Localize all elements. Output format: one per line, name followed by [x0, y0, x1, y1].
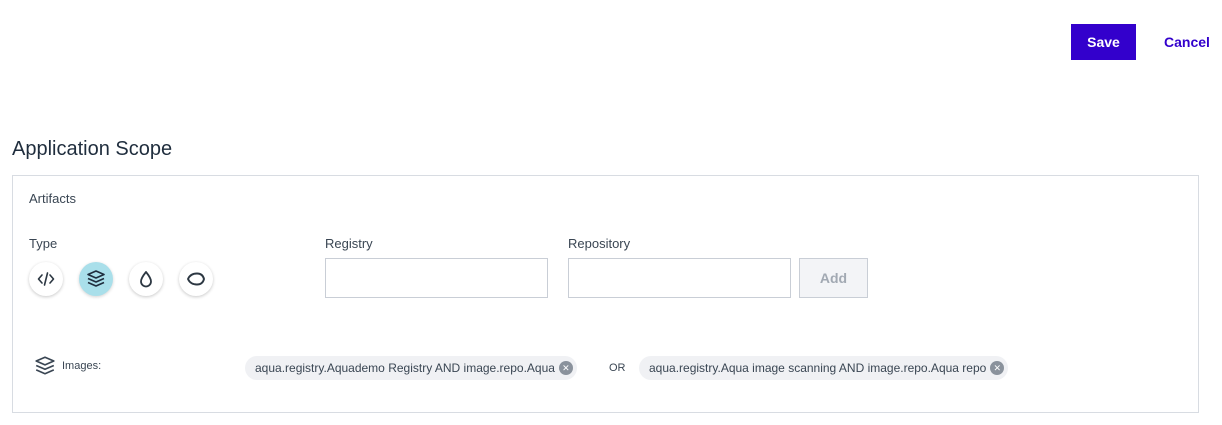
- images-label: Images:: [62, 360, 102, 372]
- images-row: Images: aqua.registry.Aquademo Registry …: [29, 354, 1189, 380]
- type-images-button[interactable]: [79, 262, 113, 296]
- save-button[interactable]: Save: [1071, 24, 1136, 60]
- chip-text: aqua.registry.Aqua image scanning AND im…: [649, 361, 987, 375]
- add-button[interactable]: Add: [799, 258, 868, 298]
- section-title: Application Scope: [12, 138, 173, 160]
- or-label: OR: [609, 362, 626, 374]
- repository-input[interactable]: [568, 258, 791, 298]
- type-label: Type: [29, 236, 58, 251]
- eye-icon: [187, 272, 205, 286]
- repository-label: Repository: [568, 236, 631, 251]
- type-code-button[interactable]: [29, 262, 63, 296]
- code-icon: [37, 272, 55, 286]
- top-actions: Save Cancel: [1022, 24, 1222, 60]
- layers-icon: [35, 356, 55, 375]
- remove-chip-icon[interactable]: ✕: [558, 361, 573, 375]
- type-function-button[interactable]: [129, 262, 163, 296]
- artifacts-label: Artifacts: [29, 191, 76, 206]
- registry-input[interactable]: [325, 258, 548, 298]
- cancel-button[interactable]: Cancel: [1164, 24, 1210, 60]
- drop-icon: [140, 271, 152, 288]
- chip-text: aqua.registry.Aquademo Registry AND imag…: [255, 361, 555, 375]
- scope-chip: aqua.registry.Aquademo Registry AND imag…: [245, 356, 577, 380]
- scope-chip: aqua.registry.Aqua image scanning AND im…: [639, 356, 1009, 380]
- type-selector: [29, 262, 219, 298]
- application-scope-panel: Artifacts Type Registry Repository Add I…: [12, 175, 1199, 413]
- registry-label: Registry: [325, 236, 373, 251]
- type-host-button[interactable]: [179, 262, 213, 296]
- remove-chip-icon[interactable]: ✕: [990, 361, 1005, 375]
- layers-icon: [87, 270, 105, 287]
